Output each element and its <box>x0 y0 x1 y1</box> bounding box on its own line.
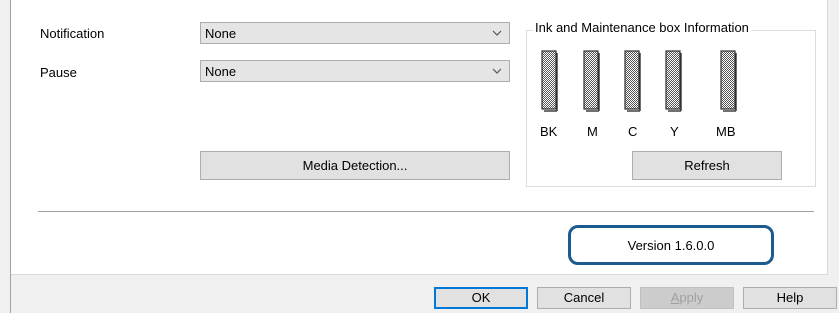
chevron-down-icon <box>492 68 502 74</box>
pause-label: Pause <box>40 65 77 80</box>
version-label: Version 1.6.0.0 <box>627 238 715 253</box>
ok-button[interactable]: OK <box>434 287 528 309</box>
cartridge-label-m: M <box>587 124 598 139</box>
cancel-button[interactable]: Cancel <box>537 287 631 309</box>
cartridge-label-c: C <box>628 124 638 139</box>
ok-button-label: OK <box>471 290 491 305</box>
cartridge-label-bk: BK <box>540 124 558 139</box>
ink-info-group-title: Ink and Maintenance box Information <box>533 20 751 35</box>
help-button[interactable]: Help <box>743 287 837 309</box>
cancel-button-label: Cancel <box>563 290 605 305</box>
chevron-down-icon <box>492 30 502 36</box>
ink-cartridge-icon-c <box>624 50 641 112</box>
refresh-button[interactable]: Refresh <box>632 151 782 180</box>
ink-cartridge-icon-bk <box>541 50 558 112</box>
ink-cartridge-icon-mb <box>720 50 737 112</box>
ink-cartridge-icon-m <box>583 50 600 112</box>
apply-button-label: Apply <box>641 288 733 305</box>
ink-cartridge-icon-y <box>665 50 682 112</box>
cartridge-label-y: Y <box>670 124 679 139</box>
notification-label: Notification <box>40 26 105 41</box>
apply-button[interactable]: Apply <box>640 287 734 309</box>
pause-dropdown-value: None <box>205 64 237 79</box>
cartridge-label-mb: MB <box>716 124 736 139</box>
apply-label-rest: pply <box>679 290 704 305</box>
refresh-button-label: Refresh <box>684 158 730 173</box>
help-button-label: Help <box>776 290 804 305</box>
pause-dropdown[interactable]: None <box>200 60 510 82</box>
notification-dropdown-value: None <box>205 26 237 41</box>
media-detection-button-label: Media Detection... <box>302 158 408 173</box>
media-detection-button[interactable]: Media Detection... <box>200 151 510 180</box>
notification-dropdown[interactable]: None <box>200 22 510 44</box>
horizontal-separator-highlight <box>38 212 814 213</box>
